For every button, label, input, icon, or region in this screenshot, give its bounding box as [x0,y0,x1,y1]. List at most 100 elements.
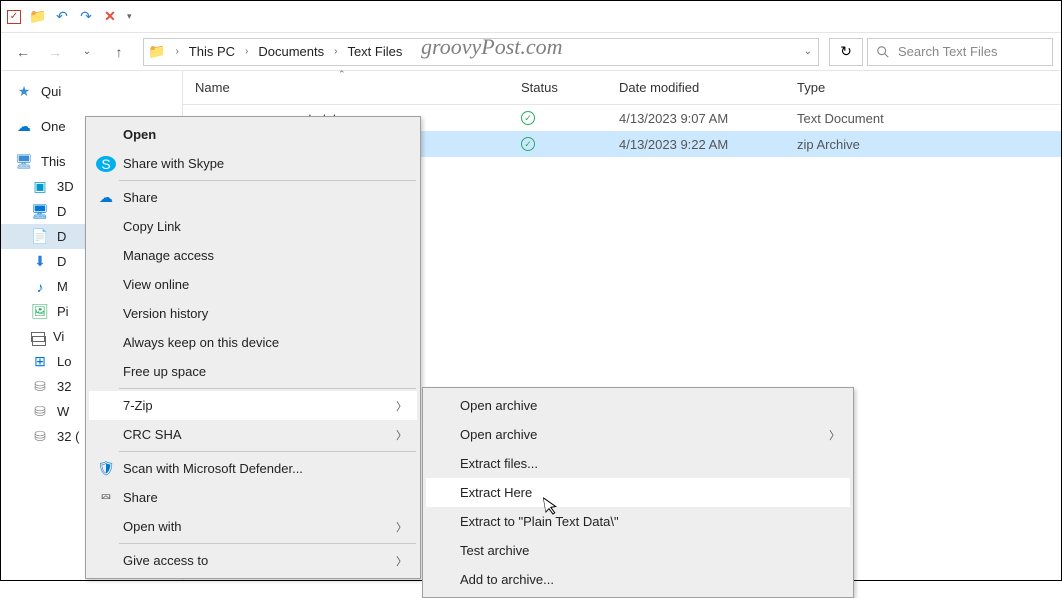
nav-up-button[interactable]: ↑ [105,38,133,66]
sidebar-item-label: Lo [57,354,71,369]
nav-recent-dropdown[interactable]: ⌄ [73,38,101,66]
menu-item[interactable]: CRC SHA〉 [89,420,417,449]
lc-icon: ⊞ [31,353,49,370]
sidebar-item-label: M [57,279,68,294]
menu-item-label: Add to archive... [460,572,554,587]
sidebar-item-label: D [57,254,66,269]
submenu-arrow-icon: 〉 [396,398,407,414]
file-type: zip Archive [785,137,1061,152]
3d-icon: ▣ [31,178,49,195]
column-type[interactable]: Type [785,71,1061,104]
desk-icon: 🖥 [31,203,49,220]
menu-item-label: 7-Zip [123,398,153,413]
sidebar-item-label: W [57,404,69,419]
menu-item-label: CRC SHA [123,427,182,442]
chevron-right-icon[interactable]: › [328,46,343,57]
menu-item-label: Manage access [123,248,214,263]
nav-back-button[interactable]: ← [9,38,37,66]
menu-item[interactable]: ⮹Share [89,483,417,512]
doc-icon: 📄 [31,228,49,245]
music-icon: ♪ [31,279,49,295]
menu-item-label: Open [123,127,156,142]
menu-item[interactable]: ☁Share [89,183,417,212]
menu-item[interactable]: Open [89,120,417,149]
menu-item[interactable]: Always keep on this device [89,328,417,357]
sidebar-item-label: D [57,229,66,244]
column-headers: Name⌃ Status Date modified Type [183,71,1061,105]
menu-item[interactable]: Extract Here [426,478,850,507]
share-icon: ⮹ [96,489,116,506]
qat-redo-icon[interactable]: ↷ [77,8,95,26]
breadcrumb-text-files[interactable]: Text Files [345,44,404,59]
menu-item[interactable]: Manage access [89,241,417,270]
qat-dropdown-icon[interactable]: ▾ [127,11,132,22]
menu-item-label: Extract files... [460,456,538,471]
menu-item[interactable]: Open with 〉 [89,512,417,541]
sidebar-item[interactable]: ★Qui [1,79,182,104]
down-icon: ⬇ [31,253,49,270]
menu-item[interactable]: Give access to〉 [89,546,417,575]
status-ok-icon: ✓ [521,111,535,125]
menu-item-label: Version history [123,306,208,321]
menu-item[interactable]: Open archive [426,391,850,420]
column-name[interactable]: Name⌃ [183,71,509,104]
status-ok-icon: ✓ [521,137,535,151]
menu-item[interactable]: Extract to "Plain Text Data\" [426,507,850,536]
menu-item[interactable]: View online [89,270,417,299]
menu-item-label: Scan with Microsoft Defender... [123,461,303,476]
menu-separator [119,388,416,389]
menu-item[interactable]: Add to archive... [426,565,850,594]
sidebar-item-label: D [57,204,66,219]
menu-item-label: View online [123,277,189,292]
search-input[interactable]: Search Text Files [867,38,1053,66]
search-icon [876,45,890,59]
shield-icon: 🛡 [96,460,116,477]
column-status[interactable]: Status [509,71,607,104]
qat-delete-icon[interactable]: ✕ [101,8,119,26]
qat-undo-icon[interactable]: ↶ [53,8,71,26]
menu-item[interactable]: Free up space [89,357,417,386]
nav-bar: ← → ⌄ ↑ 📁 › This PC › Documents › Text F… [1,33,1061,71]
sidebar-item-label: Vi [53,329,64,344]
star-icon: ★ [15,83,33,100]
menu-item[interactable]: Test archive [426,536,850,565]
qat-check-icon[interactable]: ✓ [5,8,23,26]
folder-icon: 📁 [148,43,165,60]
cloud-icon: ☁ [15,118,33,135]
chevron-right-icon[interactable]: › [239,46,254,57]
drv-icon: ⛁ [31,428,49,445]
submenu-arrow-icon: 〉 [396,519,407,535]
breadcrumb-documents[interactable]: Documents [256,44,326,59]
cloud-icon: ☁ [96,189,116,206]
menu-item-label: Share with Skype [123,156,224,171]
pic-icon: 🖼 [31,303,49,320]
file-date: 4/13/2023 9:22 AM [607,137,785,152]
address-dropdown-icon[interactable]: ⌄ [804,46,812,57]
menu-item-label: Extract Here [460,485,532,500]
chevron-right-icon[interactable]: › [169,46,184,57]
pc-icon: 🖥 [15,153,33,170]
qat-folder-icon[interactable]: 📁 [29,8,47,26]
drv-icon: ⛁ [31,403,49,420]
sidebar-item-label: 32 [57,379,71,394]
sort-indicator-icon: ⌃ [338,69,346,80]
menu-item[interactable]: SShare with Skype [89,149,417,178]
menu-item[interactable]: 🛡 Scan with Microsoft Defender... [89,454,417,483]
breadcrumb-this-pc[interactable]: This PC [187,44,237,59]
menu-item[interactable]: 7-Zip 〉 [89,391,417,420]
menu-separator [119,451,416,452]
menu-item[interactable]: Extract files... [426,449,850,478]
address-bar[interactable]: 📁 › This PC › Documents › Text Files ⌄ [143,38,819,66]
sidebar-item-label: 3D [57,179,74,194]
menu-item-label: Always keep on this device [123,335,279,350]
menu-item[interactable]: Version history [89,299,417,328]
menu-item[interactable]: Open archive〉 [426,420,850,449]
sidebar-item-label: Pi [57,304,69,319]
submenu-arrow-icon: 〉 [396,553,407,569]
menu-item[interactable]: Copy Link [89,212,417,241]
menu-item-label: Open with [123,519,182,534]
file-date: 4/13/2023 9:07 AM [607,111,785,126]
refresh-button[interactable]: ↻ [829,38,863,66]
column-date[interactable]: Date modified [607,71,785,104]
context-menu: Open SShare with Skype ☁ShareCopy Link Mana… [85,116,421,579]
